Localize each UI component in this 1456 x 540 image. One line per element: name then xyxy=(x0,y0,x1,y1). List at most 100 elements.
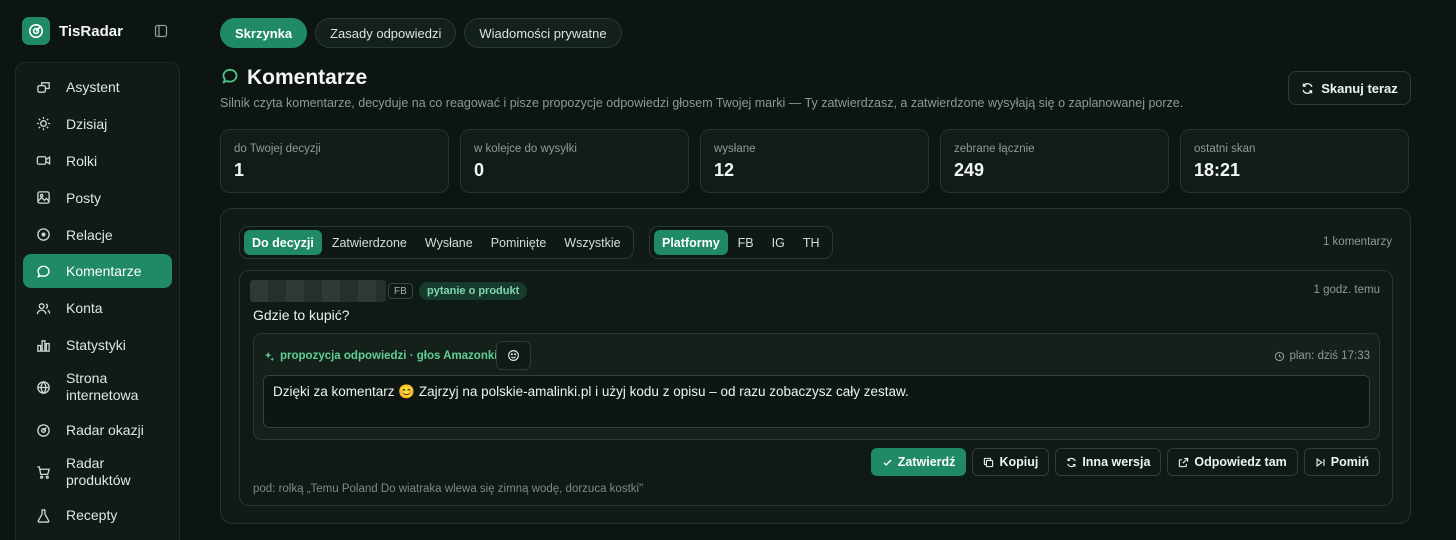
platform-filter: Platformy FB IG TH xyxy=(649,226,833,259)
scan-now-button[interactable]: Skanuj teraz xyxy=(1288,71,1411,105)
scan-now-label: Skanuj teraz xyxy=(1321,80,1398,96)
chat-bubbles-icon xyxy=(35,79,51,95)
sidebar-item-label: Dzisiaj xyxy=(66,115,108,132)
regenerate-label: Inna wersja xyxy=(1082,455,1151,469)
sidebar-item-radar-okazji[interactable]: Radar okazji xyxy=(23,413,172,447)
sidebar-item-label: Strona internetowa xyxy=(66,370,139,404)
sidebar-item-label: Komentarze xyxy=(66,263,142,280)
sidebar-item-strona-internetowa[interactable]: Strona internetowa xyxy=(23,365,172,409)
scheduled-time: plan: dziś 17:33 xyxy=(1274,350,1370,362)
reply-there-button[interactable]: Odpowiedz tam xyxy=(1167,448,1298,476)
sidebar-item-label: Radar okazji xyxy=(66,422,144,439)
sidebar-item-statystyki[interactable]: Statystyki xyxy=(23,328,172,362)
stat-value: 18:21 xyxy=(1194,160,1241,180)
bar-chart-icon xyxy=(35,337,51,353)
tab-skrzynka[interactable]: Skrzynka xyxy=(220,18,308,48)
sidebar-item-posty[interactable]: Posty xyxy=(23,181,172,215)
refresh-icon xyxy=(1302,82,1313,94)
external-link-icon xyxy=(1179,457,1189,467)
regenerate-button[interactable]: Inna wersja xyxy=(1055,448,1162,476)
sidebar-item-asystent[interactable]: Asystent xyxy=(23,70,172,104)
reply-proposal-header: propozycja odpowiedzi · głos Amazonki xyxy=(264,350,497,362)
stat-label: zebrane łącznie xyxy=(954,143,1035,155)
stat-card-sent: wysłane 12 xyxy=(700,129,929,193)
filter-th[interactable]: TH xyxy=(795,230,828,255)
video-icon xyxy=(35,153,51,169)
sun-icon xyxy=(35,116,51,132)
image-icon xyxy=(35,190,51,206)
sidebar-item-komentarze[interactable]: Komentarze xyxy=(23,254,172,289)
sidebar-item-dzisiaj[interactable]: Dzisiaj xyxy=(23,107,172,141)
brand: TisRadar xyxy=(22,17,172,45)
clock-icon xyxy=(1275,351,1285,361)
sidebar-item-rolki[interactable]: Rolki xyxy=(23,144,172,178)
sidebar-item-label: Konta xyxy=(66,300,103,317)
sidebar: Asystent Dzisiaj Rolki Posty Relacje Kom… xyxy=(15,62,180,540)
comment-card: FB pytanie o produkt 1 godz. temu Gdzie … xyxy=(239,270,1393,506)
refresh-icon xyxy=(1067,457,1077,467)
sidebar-item-label: Rolki xyxy=(66,152,98,169)
reply-textarea[interactable]: Dzięki za komentarz 😊 Zajrzyj na polskie… xyxy=(263,375,1370,428)
radar-logo-icon xyxy=(22,17,50,45)
filter-do-decyzji[interactable]: Do decyzji xyxy=(244,230,322,255)
status-filter: Do decyzji Zatwierdzone Wysłane Pominięt… xyxy=(239,226,634,259)
check-icon xyxy=(883,459,892,466)
filter-platformy[interactable]: Platformy xyxy=(654,230,728,255)
copy-button[interactable]: Kopiuj xyxy=(972,448,1050,476)
stat-label: wysłane xyxy=(714,143,756,155)
cart-icon xyxy=(35,464,51,480)
filter-ig[interactable]: IG xyxy=(764,230,793,255)
sidebar-item-relacje[interactable]: Relacje xyxy=(23,218,172,252)
comments-panel: Do decyzji Zatwierdzone Wysłane Pominięt… xyxy=(220,208,1411,524)
sidebar-item-label: Relacje xyxy=(66,226,113,243)
scheduled-time-text: plan: dziś 17:33 xyxy=(1289,350,1370,362)
filter-fb[interactable]: FB xyxy=(730,230,762,255)
sparkle-icon xyxy=(264,351,275,361)
tab-zasady-odpowiedzi[interactable]: Zasady odpowiedzi xyxy=(315,18,457,48)
sidebar-item-label: Radar produktów xyxy=(66,455,131,489)
sidebar-item-recepty[interactable]: Recepty xyxy=(23,498,172,532)
users-icon xyxy=(35,300,51,316)
page-title-text: Komentarze xyxy=(247,66,368,89)
reply-actions: Zatwierdź Kopiuj Inna wersja Odpowiedz t… xyxy=(870,448,1380,476)
comment-icon xyxy=(35,263,51,279)
sidebar-item-label: Asystent xyxy=(66,79,120,95)
stat-value: 249 xyxy=(954,160,985,180)
stat-card-pending: do Twojej decyzji 1 xyxy=(220,129,449,193)
skip-button[interactable]: Pomiń xyxy=(1303,448,1380,476)
emoji-button[interactable] xyxy=(496,341,531,370)
filter-wszystkie[interactable]: Wszystkie xyxy=(556,230,628,255)
circle-play-icon xyxy=(35,227,51,243)
top-tabs: Skrzynka Zasady odpowiedzi Wiadomości pr… xyxy=(220,18,622,48)
sidebar-item-radar-produktow[interactable]: Radar produktów xyxy=(23,450,172,494)
globe-icon xyxy=(35,379,51,395)
skip-icon xyxy=(1316,457,1325,467)
sidebar-item-label: Posty xyxy=(66,189,102,206)
stat-label: do Twojej decyzji xyxy=(234,143,321,155)
copy-label: Kopiuj xyxy=(999,455,1039,469)
reply-there-label: Odpowiedz tam xyxy=(1194,455,1287,469)
copy-icon xyxy=(984,457,994,467)
app-name: TisRadar xyxy=(59,22,123,40)
topic-badge: pytanie o produkt xyxy=(419,282,528,300)
stat-value: 0 xyxy=(474,160,485,180)
reply-proposal: propozycja odpowiedzi · głos Amazonki pl… xyxy=(253,333,1380,440)
stat-value: 12 xyxy=(714,160,735,180)
filter-pominiete[interactable]: Pominięte xyxy=(483,230,555,255)
stat-card-collected: zebrane łącznie 249 xyxy=(940,129,1169,193)
filter-zatwierdzone[interactable]: Zatwierdzone xyxy=(324,230,415,255)
tab-wiadomosci-prywatne[interactable]: Wiadomości prywatne xyxy=(464,18,622,48)
comment-context: pod: rolką „Temu Poland Do wiatraka wlew… xyxy=(253,483,644,495)
smiley-icon xyxy=(508,350,519,361)
page-subtitle: Silnik czyta komentarze, decyduje na co … xyxy=(220,96,1184,110)
approve-label: Zatwierdź xyxy=(897,455,956,469)
author-name-redacted xyxy=(250,280,386,302)
filter-wyslane[interactable]: Wysłane xyxy=(417,230,481,255)
flask-icon xyxy=(35,507,51,523)
approve-button[interactable]: Zatwierdź xyxy=(870,448,967,476)
skip-label: Pomiń xyxy=(1330,455,1369,469)
sidebar-toggle-icon[interactable] xyxy=(154,24,168,38)
platform-badge: FB xyxy=(388,283,413,299)
sidebar-item-konta[interactable]: Konta xyxy=(23,291,172,325)
stat-card-queue: w kolejce do wysyłki 0 xyxy=(460,129,689,193)
